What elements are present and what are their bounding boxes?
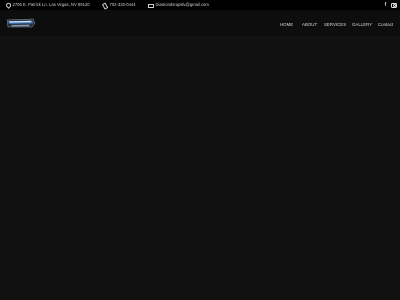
phone-link[interactable]: 702-333-0444: [110, 0, 136, 10]
top-info-bar: 2706 E. Patrick Ln. Las Vegas, NV 89120 …: [0, 0, 400, 10]
nav-gallery[interactable]: GALLERY: [352, 21, 372, 29]
site-header: HOME ABOUT SERVICES GALLERY Contact: [0, 10, 400, 36]
email-item[interactable]: Diamondsrapslv@gmail.com: [148, 0, 209, 10]
location-pin-icon: [5, 3, 10, 8]
instagram-icon[interactable]: [391, 2, 397, 9]
envelope-icon: [148, 3, 155, 9]
nav-home[interactable]: HOME: [280, 21, 293, 29]
company-logo[interactable]: [6, 17, 36, 29]
address-item: 2706 E. Patrick Ln. Las Vegas, NV 89120: [5, 0, 90, 10]
address-text: 2706 E. Patrick Ln. Las Vegas, NV 89120: [12, 2, 90, 7]
nav-contact[interactable]: Contact: [378, 21, 393, 29]
nav-about[interactable]: ABOUT: [302, 21, 317, 29]
phone-icon: [102, 3, 107, 8]
nav-services[interactable]: SERVICES: [324, 21, 346, 29]
facebook-icon[interactable]: f: [383, 2, 388, 8]
hero-section: [0, 36, 400, 300]
email-link[interactable]: Diamondsrapslv@gmail.com: [156, 0, 209, 10]
phone-item[interactable]: 702-333-0444: [102, 0, 136, 10]
